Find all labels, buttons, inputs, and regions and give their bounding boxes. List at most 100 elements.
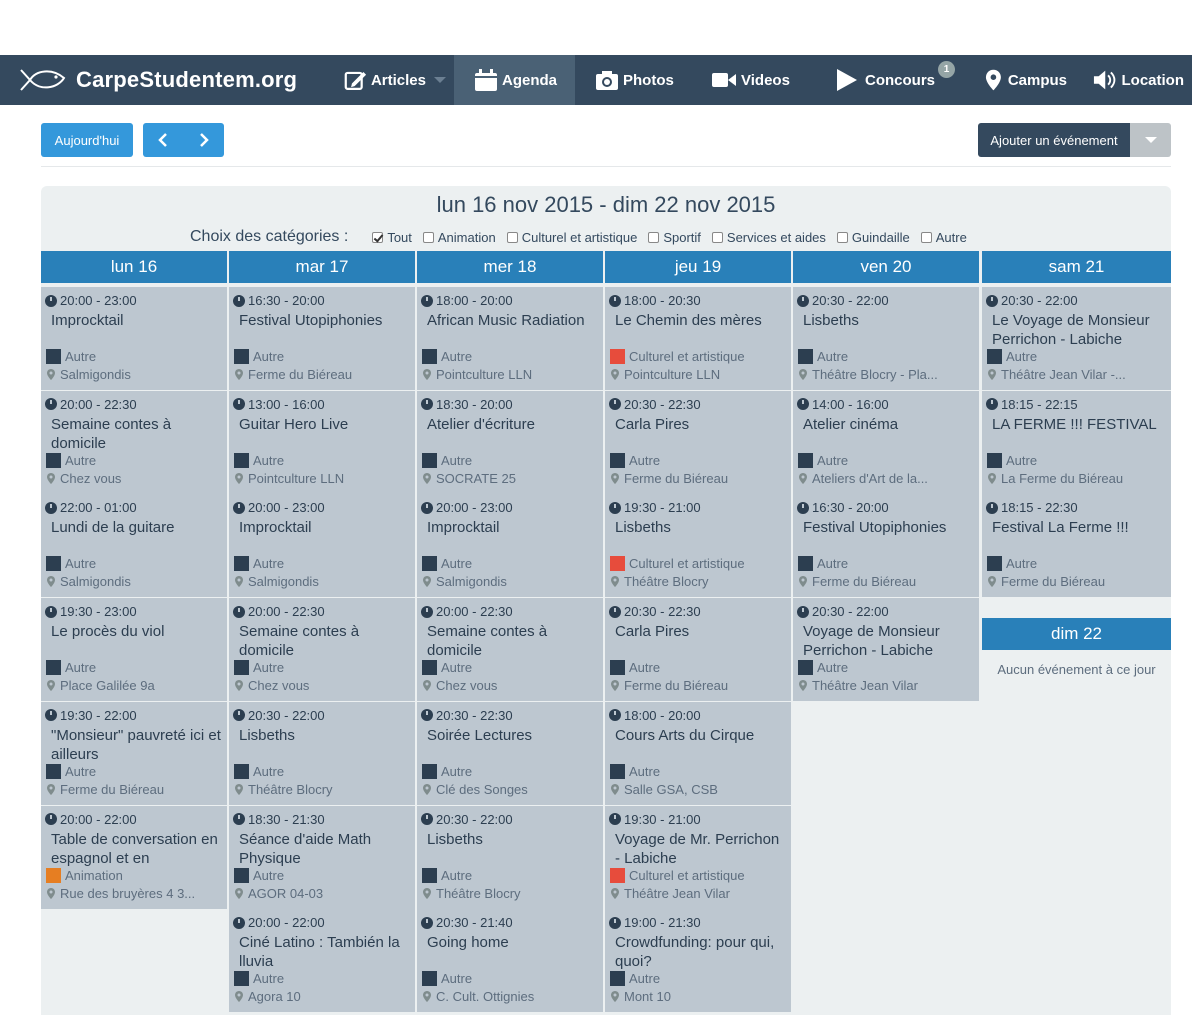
category-checkbox-guindaille[interactable]: Guindaille [836, 230, 910, 245]
nav-agenda[interactable]: Agenda [454, 55, 575, 105]
event-card[interactable]: 20:30 - 22:30 Carla Pires Autre Ferme du Bi… [605, 598, 791, 702]
next-week-button[interactable] [184, 123, 225, 157]
event-card[interactable]: 14:00 - 16:00 Atelier cinéma Autre Ateliers… [793, 390, 979, 494]
event-title[interactable]: Carla Pires [615, 622, 785, 641]
event-title[interactable]: Lundi de la guitare [51, 518, 221, 537]
event-card[interactable]: 18:00 - 20:30 Le Chemin des mères Culturel… [605, 287, 791, 390]
nav-location[interactable]: Location [1075, 55, 1192, 105]
event-card[interactable]: 22:00 - 01:00 Lundi de la guitare Autre Sal… [41, 494, 227, 598]
event-time-text: 18:15 - 22:15 [1001, 396, 1078, 412]
event-title[interactable]: Lisbeths [427, 830, 597, 849]
event-title[interactable]: Atelier d'écriture [427, 415, 597, 434]
event-card[interactable]: 20:00 - 23:00 Improcktail Autre Salmigondis [41, 287, 227, 390]
event-card[interactable]: 20:30 - 21:40 Going home Autre C. Cult. Ott… [417, 909, 603, 1013]
category-checkbox-services-et-aides[interactable]: Services et aides [711, 230, 826, 245]
category-checkbox-culturel-et-artistique[interactable]: Culturel et artistique [506, 230, 637, 245]
event-card[interactable]: 20:00 - 22:00 Ciné Latino : También la ll… [229, 909, 415, 1013]
event-card[interactable]: 18:30 - 21:30 Séance d'aide Math Physique… [229, 805, 415, 909]
prev-week-button[interactable] [143, 123, 184, 157]
checkbox[interactable] [648, 231, 660, 243]
event-card[interactable]: 20:30 - 22:00 Lisbeths Autre Théâtre Blocry… [793, 287, 979, 390]
category-checkbox-animation[interactable]: Animation [422, 230, 496, 245]
event-title[interactable]: Lisbeths [615, 518, 785, 537]
event-title[interactable]: Cours Arts du Cirque [615, 726, 785, 745]
event-title[interactable]: "Monsieur" pauvreté ici et ailleurs [51, 726, 221, 764]
event-card[interactable]: 20:00 - 23:00 Improcktail Autre Salmigondis [417, 494, 603, 598]
checkbox[interactable] [836, 231, 848, 243]
event-title[interactable]: Festival Utopiphonies [239, 311, 409, 330]
event-title[interactable]: Crowdfunding: pour qui, quoi? [615, 933, 785, 971]
checkbox[interactable] [372, 231, 384, 243]
event-title[interactable]: Improcktail [51, 311, 221, 330]
event-card[interactable]: 19:30 - 22:00 "Monsieur" pauvreté ici et … [41, 701, 227, 805]
event-title[interactable]: Lisbeths [239, 726, 409, 745]
event-card[interactable]: 13:00 - 16:00 Guitar Hero Live Autre Pointc… [229, 390, 415, 494]
brand-logo-link[interactable]: CarpeStudentem.org [0, 55, 330, 105]
event-title[interactable]: Ciné Latino : También la lluvia [239, 933, 409, 971]
event-card[interactable]: 18:30 - 20:00 Atelier d'écriture Autre SOCR… [417, 390, 603, 494]
event-card[interactable]: 20:00 - 22:00 Table de conversation en es… [41, 805, 227, 909]
event-card[interactable]: 19:30 - 21:00 Lisbeths Culturel et artisti… [605, 494, 791, 598]
checkbox[interactable] [422, 231, 434, 243]
event-title[interactable]: Lisbeths [803, 311, 973, 330]
event-title[interactable]: Semaine contes à domicile [427, 622, 597, 660]
event-card[interactable]: 18:15 - 22:30 Festival La Ferme !!! Autre F… [982, 494, 1171, 598]
event-title[interactable]: Le Chemin des mères [615, 311, 785, 330]
event-title[interactable]: Voyage de Mr. Perrichon - Labiche [615, 830, 785, 868]
event-card[interactable]: 20:30 - 22:00 Le Voyage de Monsieur Perri… [982, 287, 1171, 390]
event-card[interactable]: 20:00 - 22:30 Semaine contes à domicile Au… [41, 390, 227, 494]
event-title[interactable]: Le procès du viol [51, 622, 221, 641]
event-card[interactable]: 20:30 - 22:30 Carla Pires Autre Ferme du Bi… [605, 390, 791, 494]
nav-photos[interactable]: Photos [575, 55, 695, 105]
nav-articles[interactable]: Articles [330, 55, 454, 105]
event-title[interactable]: Festival La Ferme !!! [992, 518, 1165, 537]
add-event-button[interactable]: Ajouter un événement [978, 123, 1130, 157]
event-card[interactable]: 16:30 - 20:00 Festival Utopiphonies Autre F… [229, 287, 415, 390]
event-card[interactable]: 20:00 - 23:00 Improcktail Autre Salmigondis [229, 494, 415, 598]
category-checkbox-sportif[interactable]: Sportif [648, 230, 701, 245]
event-card[interactable]: 20:30 - 22:00 Lisbeths Autre Théâtre Blocry [417, 805, 603, 909]
event-card[interactable]: 20:30 - 22:00 Lisbeths Autre Théâtre Blocry [229, 701, 415, 805]
event-title[interactable]: Guitar Hero Live [239, 415, 409, 434]
event-card[interactable]: 19:30 - 21:00 Voyage de Mr. Perrichon - L… [605, 805, 791, 909]
add-event-dropdown-toggle[interactable] [1130, 123, 1171, 157]
event-title[interactable]: Improcktail [427, 518, 597, 537]
today-button[interactable]: Aujourd'hui [41, 123, 133, 157]
checkbox[interactable] [920, 231, 932, 243]
event-location-text: Ferme du Biéreau [624, 678, 729, 694]
category-checkbox-tout[interactable]: Tout [372, 230, 412, 245]
event-location-text: Pointculture LLN [248, 470, 345, 486]
checkbox[interactable] [711, 231, 723, 243]
event-category: Culturel et artistique [610, 556, 745, 572]
event-card[interactable]: 16:30 - 20:00 Festival Utopiphonies Autre F… [793, 494, 979, 598]
event-title[interactable]: Going home [427, 933, 597, 952]
event-title[interactable]: Table de conversation en espagnol et en [51, 830, 221, 868]
event-card[interactable]: 20:00 - 22:30 Semaine contes à domicile Au… [417, 598, 603, 702]
event-title[interactable]: Atelier cinéma [803, 415, 973, 434]
event-title[interactable]: Carla Pires [615, 415, 785, 434]
event-title[interactable]: Festival Utopiphonies [803, 518, 973, 537]
event-card[interactable]: 18:00 - 20:00 Cours Arts du Cirque Autre Sa… [605, 701, 791, 805]
nav-campus[interactable]: Campus [957, 55, 1075, 105]
checkbox[interactable] [506, 231, 518, 243]
event-title[interactable]: Soirée Lectures [427, 726, 597, 745]
event-title[interactable]: Séance d'aide Math Physique [239, 830, 409, 868]
event-title[interactable]: African Music Radiation [427, 311, 597, 330]
event-title[interactable]: Improcktail [239, 518, 409, 537]
event-card[interactable]: 20:30 - 22:30 Soirée Lectures Autre Clé des… [417, 701, 603, 805]
event-title[interactable]: Le Voyage de Monsieur Perrichon - Labich… [992, 311, 1165, 349]
event-card[interactable]: 18:15 - 22:15 LA FERME !!! FESTIVAL Autre L… [982, 390, 1171, 494]
event-title[interactable]: Semaine contes à domicile [51, 415, 221, 453]
event-card[interactable]: 20:30 - 22:00 Voyage de Monsieur Perricho… [793, 598, 979, 702]
event-card[interactable]: 18:00 - 20:00 African Music Radiation Autr… [417, 287, 603, 390]
event-card[interactable]: 19:00 - 21:30 Crowdfunding: pour qui, quo… [605, 909, 791, 1013]
event-title[interactable]: LA FERME !!! FESTIVAL [992, 415, 1165, 434]
nav-concours[interactable]: Concours 1 [807, 55, 957, 105]
clock-icon [45, 605, 57, 618]
event-card[interactable]: 20:00 - 22:30 Semaine contes à domicile Au… [229, 598, 415, 702]
event-title[interactable]: Voyage de Monsieur Perrichon - Labiche [803, 622, 973, 660]
event-title[interactable]: Semaine contes à domicile [239, 622, 409, 660]
event-card[interactable]: 19:30 - 23:00 Le procès du viol Autre Place… [41, 598, 227, 702]
nav-videos[interactable]: Videos [695, 55, 807, 105]
category-checkbox-autre[interactable]: Autre [920, 230, 967, 245]
